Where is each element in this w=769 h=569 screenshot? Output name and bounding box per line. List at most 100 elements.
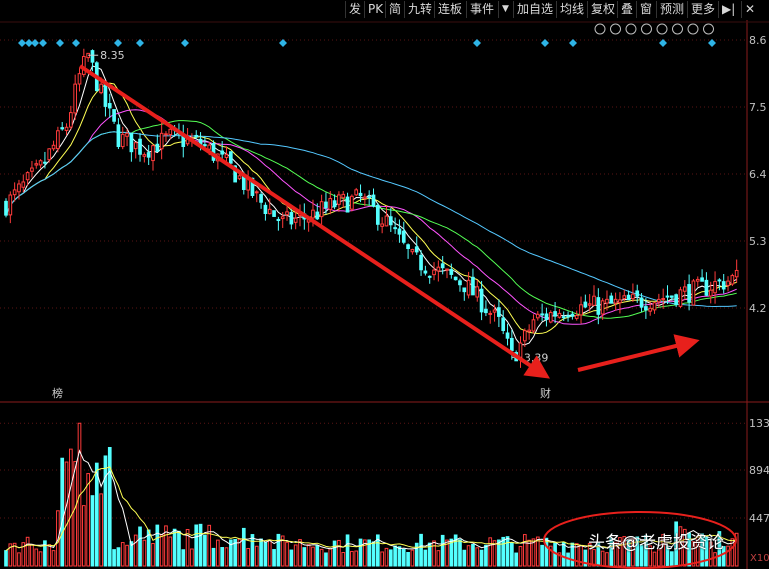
candle-body [194,134,199,138]
toolbar-button-5[interactable]: 事件 [466,1,497,18]
toolbar-button-15[interactable]: ✕ [741,1,758,18]
volume-bar [561,541,566,567]
volume-bar [168,536,173,567]
candle-body [237,175,242,180]
candle-body [574,314,579,319]
candle-body [4,200,8,216]
volume-bar [17,552,21,567]
candle-body [639,297,644,308]
volume-bar [535,536,540,567]
candle-body [432,269,436,276]
high-price-label: 8.35 [100,49,125,62]
volume-bar [432,540,436,567]
volume-bar [423,549,428,567]
candle-body [203,144,207,147]
candle-body [263,204,268,215]
candle-body [21,181,26,188]
volume-bar [544,537,549,567]
toolbar-button-14[interactable]: ▶| [718,1,738,18]
volume-bar [194,524,199,567]
candle-body [414,246,419,253]
toolbar-button-9[interactable]: 复权 [587,1,618,18]
volume-bar [125,544,129,567]
volume-tick-label: 1330 [749,417,769,430]
volume-bar [267,539,272,567]
toolbar-button-13[interactable]: 更多 [687,1,718,18]
candle-body [410,249,415,253]
toolbar-button-0[interactable]: 发 [345,1,364,18]
candle-body [43,161,47,164]
candle-body [228,151,233,164]
volume-bar [600,550,605,567]
candle-body [146,152,151,158]
hand-icon [610,23,621,35]
candle-body [583,301,588,308]
volume-unit-label: X10 [750,553,769,564]
candle-body [319,201,324,218]
candle-body [69,112,73,128]
toolbar-button-7[interactable]: 加自选 [513,1,556,18]
candle-body [730,275,735,285]
candle-body [687,284,691,303]
candle-body [635,290,640,297]
eye-icon [594,23,606,35]
candle-body [691,280,696,306]
toolbar-button-4[interactable]: 连板 [434,1,465,18]
volume-bar [112,549,116,567]
candle-body [289,212,294,225]
candle-body [566,315,570,318]
candle-body [492,309,497,313]
candle-body [56,130,60,150]
candle-body [371,194,376,207]
candle-body [354,189,359,196]
candle-body [587,303,592,306]
event-marker [72,39,80,47]
candle-body [81,56,86,75]
candle-body [207,144,212,150]
candle-body [254,191,259,194]
toolbar-button-6[interactable]: ▼ [498,1,512,18]
candle-body [406,244,410,249]
volume-bar [69,448,73,567]
volume-bar [203,534,207,567]
volume-bar [142,539,147,567]
candle-body [466,279,471,296]
candle-body [682,286,687,292]
volume-bar [81,505,86,567]
toolbar-button-12[interactable]: 预测 [656,1,687,18]
candle-body [103,83,108,107]
volume-bar [254,545,259,567]
candlesticks [4,48,739,368]
candle-body [99,83,103,94]
candle-body [367,196,372,199]
toolbar-button-3[interactable]: 九转 [404,1,435,18]
toolbar-button-1[interactable]: PK [364,1,386,18]
volume-bar [4,550,8,567]
volume-bar [475,547,480,567]
candle-body [713,281,717,294]
crosshair-icon [672,23,683,35]
volume-bar [311,546,315,567]
candle-body [112,109,116,122]
candle-body [328,198,333,210]
event-marker [181,39,189,47]
volume-bar [371,541,376,567]
candle-body [293,217,298,223]
volume-bar [350,550,354,567]
toolbar-button-2[interactable]: 简 [385,1,404,18]
toolbar-button-10[interactable]: 叠 [617,1,636,18]
toolbar-button-8[interactable]: 均线 [556,1,587,18]
volume-bar [401,548,406,567]
candle-body [626,294,631,301]
volume-bar [276,533,281,567]
candle-body [522,330,527,342]
candle-body [34,163,39,166]
watermark-prefix: 头条 [588,533,622,553]
volume-bar [155,524,160,567]
volume-tick-label: 894 [749,464,769,477]
candle-body [678,289,683,307]
volume-bar [224,547,229,567]
volume-bar [341,552,346,567]
toolbar-button-11[interactable]: 窗 [636,1,655,18]
candle-body [734,269,739,278]
